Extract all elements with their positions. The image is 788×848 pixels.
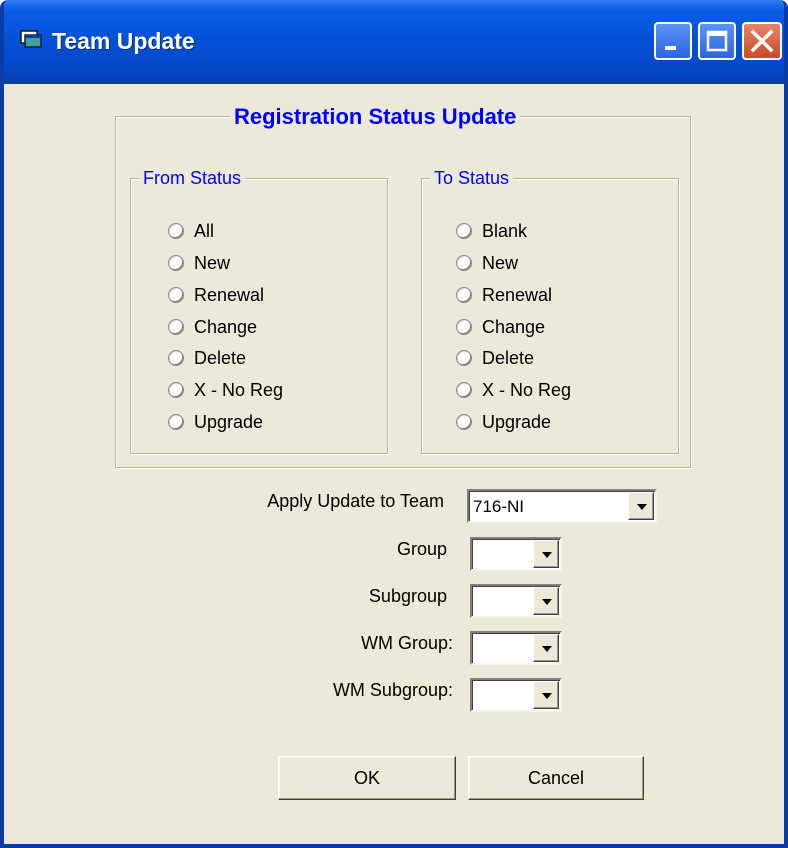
maximize-button[interactable] <box>698 22 736 60</box>
radio-label: New <box>482 252 519 273</box>
wm-subgroup-select[interactable] <box>470 678 562 712</box>
from-radio-change[interactable]: Change <box>168 314 257 340</box>
from-radio-delete[interactable]: Delete <box>168 345 246 371</box>
radio-label: New <box>194 252 231 273</box>
radio-label: Change <box>482 316 546 337</box>
radio-label: Delete <box>194 347 247 368</box>
from-status-title: From Status <box>139 168 246 189</box>
chevron-down-icon <box>542 693 552 699</box>
team-select[interactable]: 716-NI <box>467 489 657 523</box>
radio-label: Renewal <box>482 284 553 305</box>
to-radio-blank[interactable]: Blank <box>456 218 527 244</box>
group-label: Group <box>396 539 447 559</box>
window-title: Team Update <box>52 28 195 54</box>
ok-button[interactable]: OK <box>278 756 456 800</box>
chevron-down-icon <box>542 646 552 652</box>
radio-button[interactable] <box>168 255 184 271</box>
radio-button[interactable] <box>456 414 472 430</box>
to-radio-delete[interactable]: Delete <box>456 345 534 371</box>
subgroup-dropdown-button[interactable] <box>533 587 559 615</box>
close-icon <box>750 29 774 53</box>
radio-button[interactable] <box>456 255 472 271</box>
team-dropdown-button[interactable] <box>628 492 654 520</box>
chevron-down-icon <box>542 599 552 605</box>
from-radio-renewal[interactable]: Renewal <box>168 282 264 308</box>
title-bar[interactable]: Team Update <box>4 0 784 84</box>
radio-label: Upgrade <box>194 411 264 432</box>
cancel-button[interactable]: Cancel <box>468 756 644 800</box>
radio-button[interactable] <box>168 223 184 239</box>
radio-label: Upgrade <box>482 411 552 432</box>
wm-subgroup-label: WM Subgroup: <box>332 680 453 700</box>
radio-label: All <box>194 220 215 241</box>
subgroup-select[interactable] <box>470 584 562 618</box>
group-dropdown-button[interactable] <box>533 540 559 568</box>
app-window-icon <box>20 30 42 48</box>
maximize-icon <box>706 30 728 52</box>
radio-label: X - No Reg <box>482 379 572 400</box>
radio-button[interactable] <box>456 223 472 239</box>
to-radio-change[interactable]: Change <box>456 314 545 340</box>
radio-button[interactable] <box>456 382 472 398</box>
to-radio-no-reg[interactable]: X - No Reg <box>456 377 571 403</box>
radio-button[interactable] <box>168 287 184 303</box>
to-radio-upgrade[interactable]: Upgrade <box>456 409 551 435</box>
close-button[interactable] <box>742 22 782 60</box>
from-radio-upgrade[interactable]: Upgrade <box>168 409 263 435</box>
radio-button[interactable] <box>456 319 472 335</box>
radio-label: Blank <box>482 220 528 241</box>
radio-button[interactable] <box>456 350 472 366</box>
radio-label: X - No Reg <box>194 379 284 400</box>
team-update-window: Team Update Registration Status Update F… <box>0 0 788 848</box>
to-status-title: To Status <box>430 168 514 189</box>
radio-button[interactable] <box>168 382 184 398</box>
subgroup-label: Subgroup <box>368 586 447 606</box>
radio-button[interactable] <box>456 287 472 303</box>
group-select[interactable] <box>470 537 562 571</box>
radio-button[interactable] <box>168 414 184 430</box>
wm-group-dropdown-button[interactable] <box>533 634 559 662</box>
from-radio-new[interactable]: New <box>168 250 230 276</box>
wm-group-label: WM Group: <box>360 633 453 653</box>
radio-label: Change <box>194 316 258 337</box>
to-radio-new[interactable]: New <box>456 250 518 276</box>
radio-label: Delete <box>482 347 535 368</box>
team-select-value: 716-NI <box>473 497 525 516</box>
minimize-button[interactable] <box>654 22 692 60</box>
wm-subgroup-dropdown-button[interactable] <box>533 681 559 709</box>
wm-group-select[interactable] <box>470 631 562 665</box>
registration-status-title: Registration Status Update <box>230 104 521 130</box>
radio-button[interactable] <box>168 319 184 335</box>
chevron-down-icon <box>637 504 647 510</box>
to-radio-renewal[interactable]: Renewal <box>456 282 552 308</box>
from-radio-no-reg[interactable]: X - No Reg <box>168 377 283 403</box>
radio-button[interactable] <box>168 350 184 366</box>
from-radio-all[interactable]: All <box>168 218 214 244</box>
team-label: Apply Update to Team <box>267 491 444 511</box>
chevron-down-icon <box>542 552 552 558</box>
minimize-icon <box>665 46 676 50</box>
radio-label: Renewal <box>194 284 265 305</box>
